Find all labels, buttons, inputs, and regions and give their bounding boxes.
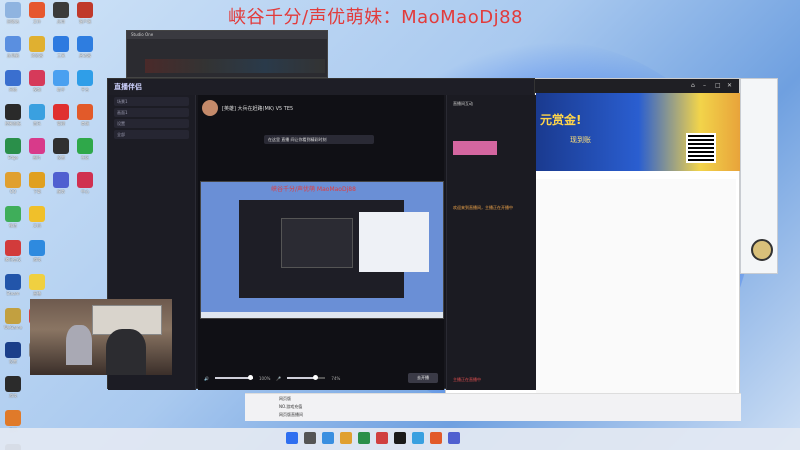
live-status: 主播正在直播中 [453,377,481,382]
desktop-icon[interactable]: 游戏 [26,240,48,264]
volume-slider[interactable] [214,375,253,380]
desktop-icon[interactable]: 客户端 [74,2,96,26]
home-icon[interactable]: ⌂ [691,82,699,90]
desktop-icon[interactable]: 游戏 [2,376,24,400]
desktop-icon[interactable]: Steam [2,274,24,298]
desktop-icon[interactable]: 商城 [74,104,96,128]
minimize-icon[interactable]: – [703,82,711,90]
desktop-icon[interactable]: 平台 [74,70,96,94]
folder-icon[interactable] [340,432,352,444]
desktop-icon[interactable]: 启动器 [74,36,96,60]
desktop-icon[interactable]: 图片 [26,138,48,162]
browser-content [536,179,736,399]
editor-titlebar: Studio One [127,31,327,39]
desktop-icon[interactable]: QQ [2,172,24,196]
room-title: [英雄] 大兵在赶路(MK) V5 TE5 [222,105,294,112]
chat-line: 网页版直播间 [279,412,303,417]
nested-taskbar [201,312,443,318]
app-icon[interactable] [430,432,442,444]
desktop-icon[interactable]: 管理 [50,104,72,128]
chat-bar[interactable]: 网页版 NO.游戏充值 网页版直播间 [245,393,741,421]
close-icon[interactable]: ✕ [727,82,735,90]
scene-item[interactable]: 画面1 [114,108,189,117]
banner-subtitle: 现到账 [570,136,591,144]
start-icon[interactable] [286,432,298,444]
desktop-icon[interactable]: 社区 [74,138,96,162]
maximize-icon[interactable]: □ [715,82,723,90]
nested-window [359,212,429,272]
desktop-icon[interactable]: 此电脑 [2,36,24,60]
chat-line: 网页版 [279,396,291,401]
start-live-button[interactable]: 去开播 [408,373,438,383]
scene-item[interactable]: 设置 [114,119,189,128]
desktop-icon[interactable]: 控制面板 [2,104,24,128]
room-header: [英雄] 大兵在赶路(MK) V5 TE5 [202,97,440,119]
desktop-icon[interactable]: 网络 [2,70,24,94]
rank-badge-icon [751,239,773,261]
desktop-icon[interactable]: WeGame [2,308,24,332]
desktop-icon[interactable]: 设置 [2,342,24,366]
taskview-icon[interactable] [322,432,334,444]
panel-title: 直播间互动 [453,101,473,106]
app-icon[interactable] [412,432,424,444]
qr-code [686,133,716,163]
scene-item[interactable]: 全部 [114,130,189,139]
side-window[interactable] [740,78,778,274]
mic-slider[interactable] [287,375,326,380]
tip-banner: 在这里 直播 间让你看到精彩时刻 [264,135,374,144]
desktop-icon[interactable]: 助手 [50,70,72,94]
desktop-icon[interactable]: 腾讯会议 [2,240,24,264]
desktop-icon[interactable]: 文件 [26,2,48,26]
stream-preview: 峡谷千分/声优萌 MaoMaoDj88 [200,181,444,319]
desktop-icon[interactable]: 微信 [2,206,24,230]
avatar[interactable] [202,100,218,116]
desktop-icon[interactable]: 文档 [26,206,48,230]
desktop-icon[interactable]: 中心 [74,172,96,196]
webcam-person [66,325,92,365]
stream-center: [英雄] 大兵在赶路(MK) V5 TE5 在这里 直播 间让你看到精彩时刻 峡… [198,95,444,390]
mic-icon[interactable]: 🎤 [276,376,281,381]
desktop-icon[interactable]: 工具 [50,36,72,60]
desktop-icon[interactable]: 视频 [26,70,48,94]
audio-controls: 🔊 100% 🎤 74% 去开播 [198,367,444,389]
desktop-icon[interactable]: Edge [2,138,24,162]
desktop-icon[interactable]: 直播 [26,274,48,298]
webcam-person [106,329,146,375]
stream-watermark: 峡谷千分/声优萌妹：MaoMaoDj88 [228,7,523,28]
editor-window[interactable]: Studio One [126,30,328,78]
promo-banner[interactable]: 元赏金! 现到账 [536,93,741,171]
volume-icon[interactable]: 🔊 [204,376,209,381]
scene-item[interactable]: 场景1 [114,97,189,106]
app-icon[interactable] [394,432,406,444]
desktop-icon[interactable]: 服务 [50,172,72,196]
app-logo: 直播伴侣 [114,83,142,91]
browser-icon[interactable] [358,432,370,444]
app-icon[interactable] [448,432,460,444]
desktop-icon[interactable]: 应用 [50,2,72,26]
desktop-icon[interactable]: 音乐 [26,104,48,128]
webcam-feed [30,299,172,375]
desktop-icon[interactable]: 下载 [26,172,48,196]
mic-value: 74% [331,375,341,381]
interaction-panel: 直播间互动 欢迎来到直播间，主播正在开播中 主播正在直播中 [446,95,536,390]
chat-line: NO.游戏充值 [279,404,303,409]
desktop-icons-col3: 应用 工具 助手 管理 设置 服务 [50,2,72,196]
taskbar [0,428,800,450]
nested-window [281,218,353,268]
desktop-icon[interactable]: 回收站 [2,2,24,26]
editor-track [145,59,325,73]
taskbar-icons [286,432,460,444]
desktop-icons-col4: 客户端 启动器 平台 商城 社区 中心 [74,2,96,196]
stream-app-titlebar: 直播伴侣 [108,79,534,95]
desktop-icon[interactable]: 设置 [50,138,72,162]
gift-banner[interactable] [453,141,497,155]
desktop-icon[interactable]: 浏览器 [26,36,48,60]
preview-watermark: 峡谷千分/声优萌 MaoMaoDj88 [271,186,356,193]
search-icon[interactable] [304,432,316,444]
volume-value: 100% [258,375,271,381]
banner-title: 元赏金! [540,113,582,127]
desktop-icons-col1: 回收站 此电脑 网络 控制面板 Edge QQ 微信 腾讯会议 Steam We… [2,2,24,450]
app-icon[interactable] [376,432,388,444]
notice-text: 欢迎来到直播间，主播正在开播中 [453,205,513,210]
